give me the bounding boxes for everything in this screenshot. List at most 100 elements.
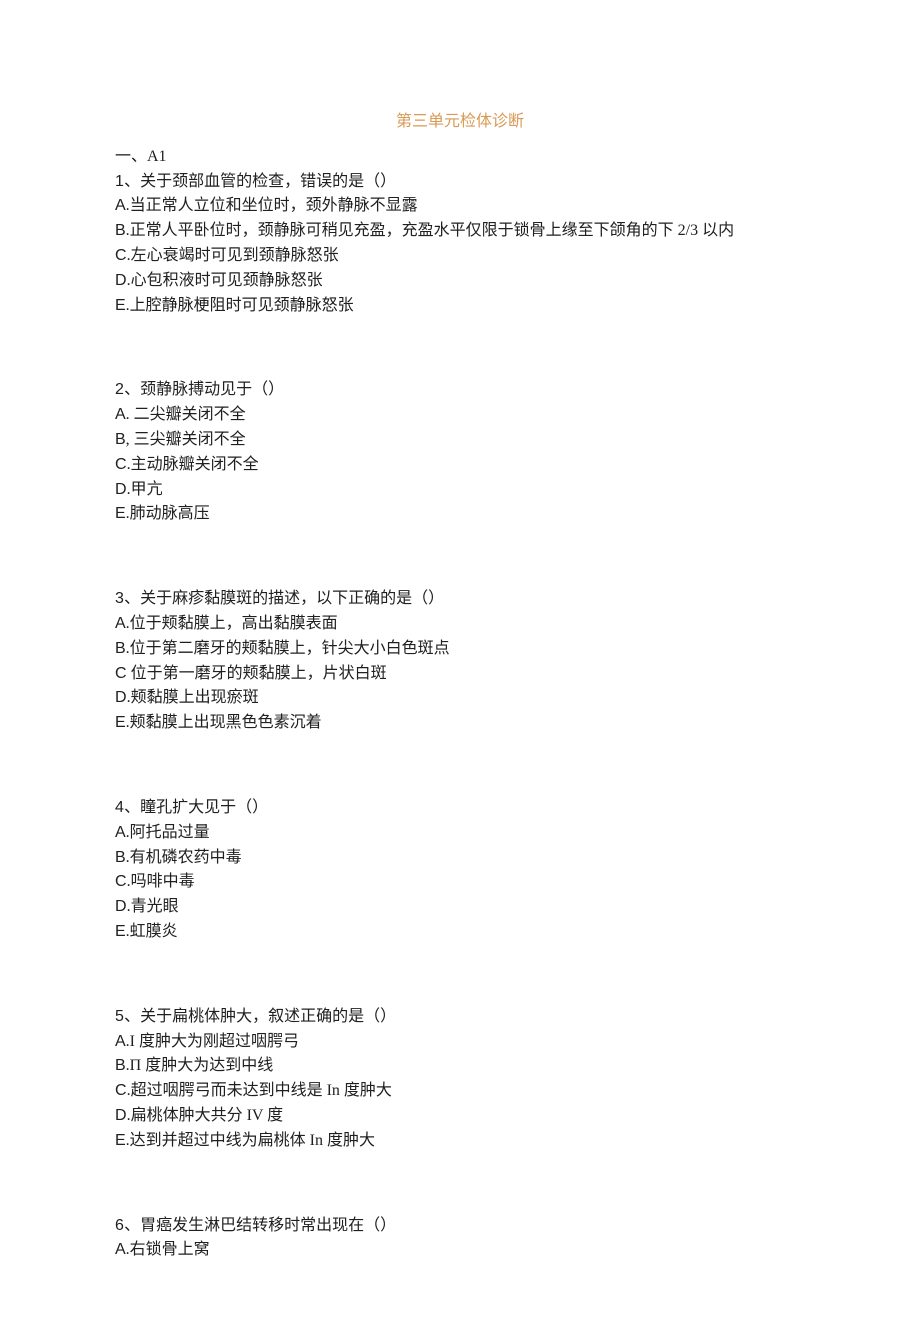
option-text: 甲亢	[131, 481, 163, 498]
option: C.超过咽腭弓而未达到中线是 In 度肿大	[115, 1079, 805, 1104]
option-separator: ,	[126, 431, 134, 448]
option-text: 位于第一磨牙的颊黏膜上，片状白斑	[131, 665, 387, 682]
option-letter: A	[115, 197, 126, 214]
option-letter: D	[115, 689, 127, 706]
question-separator: 、	[124, 799, 140, 816]
option: B.Π 度肿大为达到中线	[115, 1054, 805, 1079]
question-number: 1	[115, 173, 124, 190]
option: C.主动脉瓣关闭不全	[115, 453, 805, 478]
option-letter: D	[115, 1107, 127, 1124]
option-text: 达到并超过中线为扁桃体 In 度肿大	[130, 1132, 375, 1149]
option-separator: .	[126, 406, 134, 423]
question-block: 2、颈静脉搏动见于（）A. 二尖瓣关闭不全B, 三尖瓣关闭不全C.主动脉瓣关闭不…	[115, 378, 805, 527]
option-text: 颊黏膜上出现瘀斑	[131, 689, 259, 706]
question-number: 4	[115, 799, 124, 816]
question-stem-text: 胃癌发生淋巴结转移时常出现在（）	[140, 1217, 396, 1234]
page-title: 第三单元检体诊断	[115, 110, 805, 135]
option: A.I 度肿大为刚超过咽腭弓	[115, 1030, 805, 1055]
option-text: 左心衰竭时可见到颈静脉怒张	[131, 247, 339, 264]
question-block: 1、关于颈部血管的检查，错误的是（）A.当正常人立位和坐位时，颈外静脉不显露B.…	[115, 170, 805, 319]
option-letter: C	[115, 665, 127, 682]
option-text: 颊黏膜上出现黑色色素沉着	[130, 714, 322, 731]
document-page: 第三单元检体诊断 一、A1 1、关于颈部血管的检查，错误的是（）A.当正常人立位…	[0, 0, 920, 1323]
option-letter: C	[115, 1082, 127, 1099]
option: E.肺动脉高压	[115, 502, 805, 527]
question-stem-text: 颈静脉搏动见于（）	[140, 381, 284, 398]
option-text: 阿托品过量	[130, 824, 210, 841]
option-text: 主动脉瓣关闭不全	[131, 456, 259, 473]
option-letter: D	[115, 481, 127, 498]
question-separator: 、	[124, 1217, 140, 1234]
option-text: 肺动脉高压	[130, 505, 210, 522]
option: D.心包积液时可见颈静脉怒张	[115, 269, 805, 294]
option: A.右锁骨上窝	[115, 1238, 805, 1263]
option: C.左心衰竭时可见到颈静脉怒张	[115, 244, 805, 269]
option-letter: E	[115, 923, 126, 940]
option-letter: E	[115, 505, 126, 522]
question-stem-text: 关于颈部血管的检查，错误的是（）	[140, 173, 396, 190]
option-text: 虹膜炎	[130, 923, 178, 940]
question-number: 3	[115, 590, 124, 607]
option-letter: B	[115, 222, 126, 239]
option: A.位于颊黏膜上，高出黏膜表面	[115, 612, 805, 637]
option-text: 三尖瓣关闭不全	[134, 431, 246, 448]
question-block: 5、关于扁桃体肿大，叙述正确的是（）A.I 度肿大为刚超过咽腭弓B.Π 度肿大为…	[115, 1005, 805, 1154]
option: C.吗啡中毒	[115, 870, 805, 895]
option-text: 吗啡中毒	[131, 873, 195, 890]
question-stem: 1、关于颈部血管的检查，错误的是（）	[115, 170, 805, 195]
option-text: 有机磷农药中毒	[130, 849, 242, 866]
question-stem: 2、颈静脉搏动见于（）	[115, 378, 805, 403]
option-letter: E	[115, 714, 126, 731]
question-stem: 6、胃癌发生淋巴结转移时常出现在（）	[115, 1214, 805, 1239]
option-text: 正常人平卧位时，颈静脉可稍见充盈，充盈水平仅限于锁骨上缘至下颌角的下 2/3 以…	[130, 222, 734, 239]
option: D.甲亢	[115, 478, 805, 503]
question-stem: 3、关于麻疹黏膜斑的描述，以下正确的是（）	[115, 587, 805, 612]
option-letter: B	[115, 1057, 126, 1074]
question-number: 5	[115, 1008, 124, 1025]
option-text: 上腔静脉梗阻时可见颈静脉怒张	[130, 297, 354, 314]
option-letter: D	[115, 272, 127, 289]
option: A. 二尖瓣关闭不全	[115, 403, 805, 428]
option: A.当正常人立位和坐位时，颈外静脉不显露	[115, 194, 805, 219]
question-separator: 、	[124, 1008, 140, 1025]
option-text: 当正常人立位和坐位时，颈外静脉不显露	[130, 197, 418, 214]
option-text: 心包积液时可见颈静脉怒张	[131, 272, 323, 289]
option-letter: B	[115, 849, 126, 866]
section-label-text: 一、A1	[115, 148, 167, 165]
option: C 位于第一磨牙的颊黏膜上，片状白斑	[115, 662, 805, 687]
option-text: 超过咽腭弓而未达到中线是 In 度肿大	[131, 1082, 392, 1099]
option: D.扁桃体肿大共分 IV 度	[115, 1104, 805, 1129]
option-text: 位于颊黏膜上，高出黏膜表面	[130, 615, 338, 632]
question-stem-text: 瞳孔扩大见于（）	[140, 799, 268, 816]
option: B.有机磷农药中毒	[115, 846, 805, 871]
question-number: 6	[115, 1217, 124, 1234]
option-text: 二尖瓣关闭不全	[134, 406, 246, 423]
option: E.颊黏膜上出现黑色色素沉着	[115, 711, 805, 736]
question-separator: 、	[124, 590, 140, 607]
question-block: 4、瞳孔扩大见于（）A.阿托品过量B.有机磷农药中毒C.吗啡中毒D.青光眼E.虹…	[115, 796, 805, 945]
option-letter: E	[115, 1132, 126, 1149]
option: D.颊黏膜上出现瘀斑	[115, 686, 805, 711]
option-letter: A	[115, 824, 126, 841]
option-text: Π 度肿大为达到中线	[130, 1057, 274, 1074]
question-number: 2	[115, 381, 124, 398]
question-stem-text: 关于麻疹黏膜斑的描述，以下正确的是（）	[140, 590, 444, 607]
option: E.上腔静脉梗阻时可见颈静脉怒张	[115, 294, 805, 319]
question-block: 3、关于麻疹黏膜斑的描述，以下正确的是（）A.位于颊黏膜上，高出黏膜表面B.位于…	[115, 587, 805, 736]
option-text: 青光眼	[131, 898, 179, 915]
option-letter: C	[115, 873, 127, 890]
option-letter: A	[115, 1241, 126, 1258]
option-letter: E	[115, 297, 126, 314]
option-letter: A	[115, 615, 126, 632]
option: B.正常人平卧位时，颈静脉可稍见充盈，充盈水平仅限于锁骨上缘至下颌角的下 2/3…	[115, 219, 805, 244]
option: B.位于第二磨牙的颊黏膜上，针尖大小白色斑点	[115, 637, 805, 662]
questions-container: 1、关于颈部血管的检查，错误的是（）A.当正常人立位和坐位时，颈外静脉不显露B.…	[115, 170, 805, 1264]
question-separator: 、	[124, 173, 140, 190]
option: B, 三尖瓣关闭不全	[115, 428, 805, 453]
option-letter: B	[115, 640, 126, 657]
option-letter: B	[115, 431, 126, 448]
section-label: 一、A1	[115, 145, 805, 170]
option-text: 右锁骨上窝	[130, 1241, 210, 1258]
option: E.虹膜炎	[115, 920, 805, 945]
question-separator: 、	[124, 381, 140, 398]
